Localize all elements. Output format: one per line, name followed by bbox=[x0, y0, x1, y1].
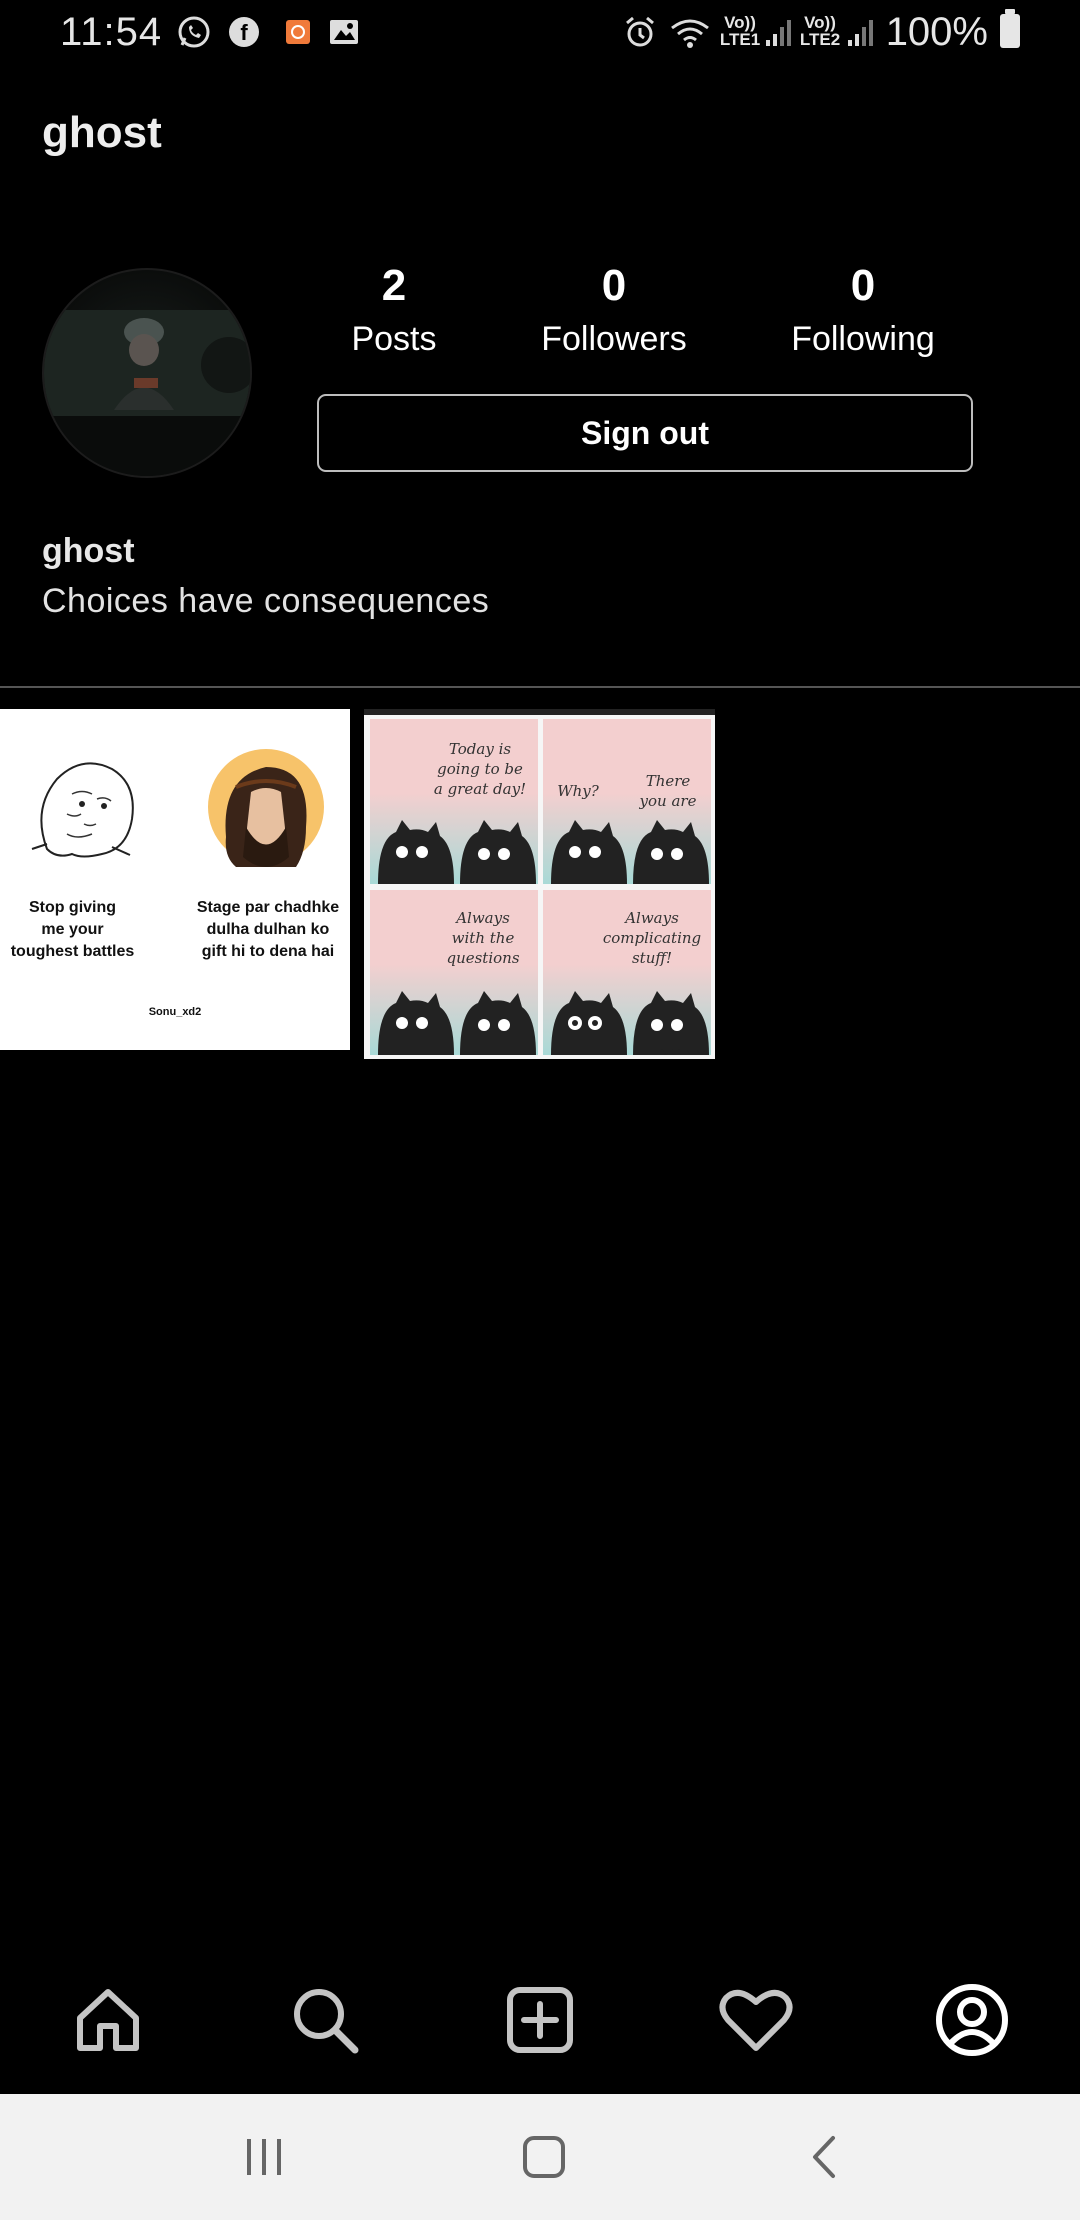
panel-text: Why? bbox=[557, 782, 599, 800]
battery-icon bbox=[1000, 9, 1020, 48]
search-icon bbox=[294, 1989, 359, 2054]
comic-panel: Always complicating stuff! bbox=[543, 890, 711, 1055]
avatar[interactable] bbox=[42, 268, 252, 478]
followers-stat[interactable]: 0 Followers bbox=[528, 258, 700, 364]
recent-apps-icon bbox=[247, 2139, 281, 2175]
divider bbox=[0, 686, 1080, 688]
post-thumbnail[interactable]: Stop giving me your toughest battles Stage… bbox=[0, 709, 350, 1050]
system-nav-bar bbox=[0, 2094, 1080, 2220]
profile-name: ghost bbox=[42, 532, 135, 570]
home-square-icon bbox=[523, 2136, 565, 2178]
meme-caption-right: Stage par chadhke dulha dulhan ko gift hi … bbox=[196, 899, 340, 960]
posts-label: Posts bbox=[351, 320, 437, 358]
meme-drawing bbox=[208, 749, 324, 867]
posts-count: 2 bbox=[381, 261, 407, 310]
panel-text: Today is going to be a great day! bbox=[433, 740, 527, 798]
following-label: Following bbox=[791, 320, 935, 358]
panel-text: Always with the questions bbox=[446, 909, 520, 967]
signal-icon bbox=[848, 20, 873, 46]
wifi-icon bbox=[671, 19, 709, 48]
home-button[interactable] bbox=[514, 2132, 574, 2182]
profile-bio: Choices have consequences bbox=[42, 582, 490, 620]
comic-panel: Always with the questions bbox=[370, 890, 538, 1055]
status-time: 11:54 bbox=[60, 10, 163, 54]
home-icon bbox=[77, 1989, 139, 2051]
heart-icon bbox=[719, 1989, 793, 2051]
followers-label: Followers bbox=[541, 320, 687, 358]
battery-percent: 100% bbox=[885, 10, 988, 54]
page-title: ghost bbox=[42, 108, 162, 157]
panel-text: There you are bbox=[639, 772, 697, 810]
bottom-nav bbox=[0, 1940, 1080, 2094]
avatar-image bbox=[44, 310, 250, 476]
facebook-icon: f bbox=[229, 17, 259, 47]
comic-panel: Today is going to be a great day! bbox=[370, 719, 538, 884]
svg-text:f: f bbox=[240, 20, 248, 45]
meme-caption-left: Stop giving me your toughest battles bbox=[10, 899, 135, 960]
cat-drawing bbox=[378, 820, 536, 884]
add-post-icon bbox=[507, 1987, 573, 2053]
nav-home[interactable] bbox=[68, 1980, 148, 2060]
status-bar: 11:54 f Vo)) LTE1 Vo)) LTE2 100% bbox=[0, 0, 1080, 64]
whatsapp-icon bbox=[178, 16, 210, 48]
nav-profile[interactable] bbox=[932, 1980, 1012, 2060]
meme-drawing bbox=[31, 762, 134, 858]
back-icon bbox=[813, 2136, 835, 2178]
cat-drawing bbox=[551, 820, 709, 884]
nav-search[interactable] bbox=[285, 1980, 365, 2060]
alarm-icon bbox=[626, 16, 654, 47]
profile-icon bbox=[936, 1984, 1008, 2056]
cat-drawing bbox=[551, 991, 709, 1055]
followers-count: 0 bbox=[601, 261, 627, 310]
following-stat[interactable]: 0 Following bbox=[770, 258, 956, 364]
sim1-label: Vo)) LTE1 bbox=[719, 13, 761, 49]
recent-apps-button[interactable] bbox=[234, 2132, 294, 2182]
nav-activity[interactable] bbox=[716, 1980, 796, 2060]
following-count: 0 bbox=[850, 261, 876, 310]
nav-add-post[interactable] bbox=[500, 1980, 580, 2060]
sim2-label: Vo)) LTE2 bbox=[799, 13, 841, 49]
gallery-icon bbox=[330, 20, 358, 44]
signal-icon bbox=[766, 20, 791, 46]
back-button[interactable] bbox=[796, 2132, 856, 2182]
cat-drawing bbox=[378, 991, 536, 1055]
notification-app-icon bbox=[286, 20, 310, 44]
posts-stat[interactable]: 2 Posts bbox=[330, 258, 458, 364]
meme-credit: Sonu_xd2 bbox=[148, 1006, 202, 1018]
watermark: PURR IN INK bbox=[658, 1048, 707, 1057]
comic-panel: Why? There you are bbox=[543, 719, 711, 884]
sign-out-button[interactable]: Sign out bbox=[317, 394, 973, 472]
panel-text: Always complicating stuff! bbox=[602, 909, 702, 967]
post-thumbnail[interactable]: Today is going to be a great day! Why? The… bbox=[364, 709, 715, 1059]
